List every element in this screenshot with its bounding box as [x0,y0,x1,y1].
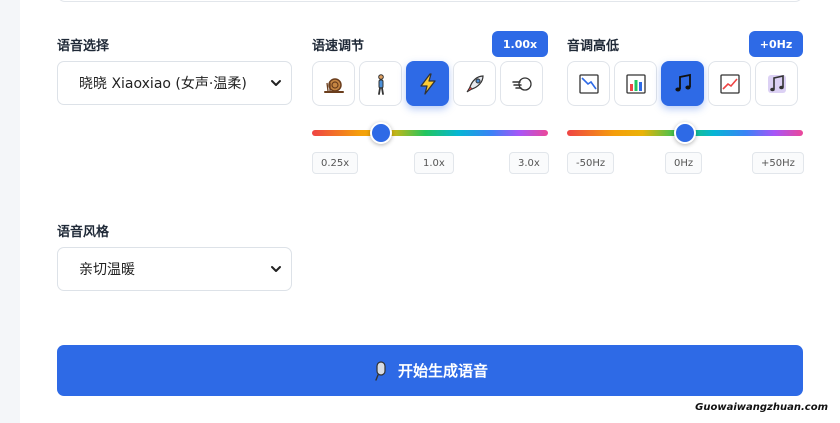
chart-up-icon [719,73,740,94]
speed-presets [312,61,543,106]
microphone-icon [375,360,386,381]
wind-icon [511,76,532,91]
music-notes-icon [767,74,786,93]
rocket-icon [466,74,484,92]
speed-preset-wind[interactable] [500,61,543,106]
chart-down-icon [578,73,599,94]
generate-speech-label: 开始生成语音 [397,362,488,380]
generate-speech-button[interactable]: 开始生成语音 [57,345,803,396]
pitch-label: 音调高低 [567,39,620,54]
pitch-presets [567,61,798,106]
music-note-icon [674,73,691,91]
chevron-down-icon [271,80,281,86]
pitch-value-badge: +0Hz [749,31,803,57]
pitch-mid-label: 0Hz [665,152,703,174]
pitch-max-label: +50Hz [752,152,804,174]
pitch-preset-lower[interactable] [614,61,657,106]
chevron-down-icon [271,266,281,272]
lightning-icon [419,72,436,95]
voice-label: 语音选择 [57,39,110,54]
speed-max-label: 3.0x [509,152,549,174]
speed-preset-fast[interactable] [406,61,449,106]
pitch-preset-low[interactable] [567,61,610,106]
pitch-min-label: -50Hz [567,152,615,174]
speed-preset-walk[interactable] [359,61,402,106]
walking-person-icon [377,73,384,95]
speed-preset-snail[interactable] [312,61,355,106]
speed-value-badge: 1.00x [492,31,548,57]
speed-preset-rocket[interactable] [453,61,496,106]
speed-mid-label: 1.0x [414,152,454,174]
voice-select[interactable]: 晓晓 Xiaoxiao (女声·温柔) [57,61,292,105]
text-input-area[interactable] [57,0,803,2]
style-select[interactable]: 亲切温暖 [57,247,292,291]
speed-slider-handle[interactable] [370,122,392,144]
style-label: 语音风格 [57,225,110,240]
snail-icon [323,77,344,93]
bar-chart-icon [625,73,646,94]
pitch-preset-high[interactable] [755,61,798,106]
pitch-preset-normal[interactable] [661,61,704,106]
voice-select-value: 晓晓 Xiaoxiao (女声·温柔) [79,76,247,92]
pitch-preset-higher[interactable] [708,61,751,106]
speed-min-label: 0.25x [312,152,359,174]
pitch-slider-handle[interactable] [674,122,696,144]
speed-slider-track[interactable] [312,130,548,136]
watermark: Guowaiwangzhuan.com [695,402,828,413]
style-select-value: 亲切温暖 [79,262,135,278]
speed-label: 语速调节 [312,39,365,54]
